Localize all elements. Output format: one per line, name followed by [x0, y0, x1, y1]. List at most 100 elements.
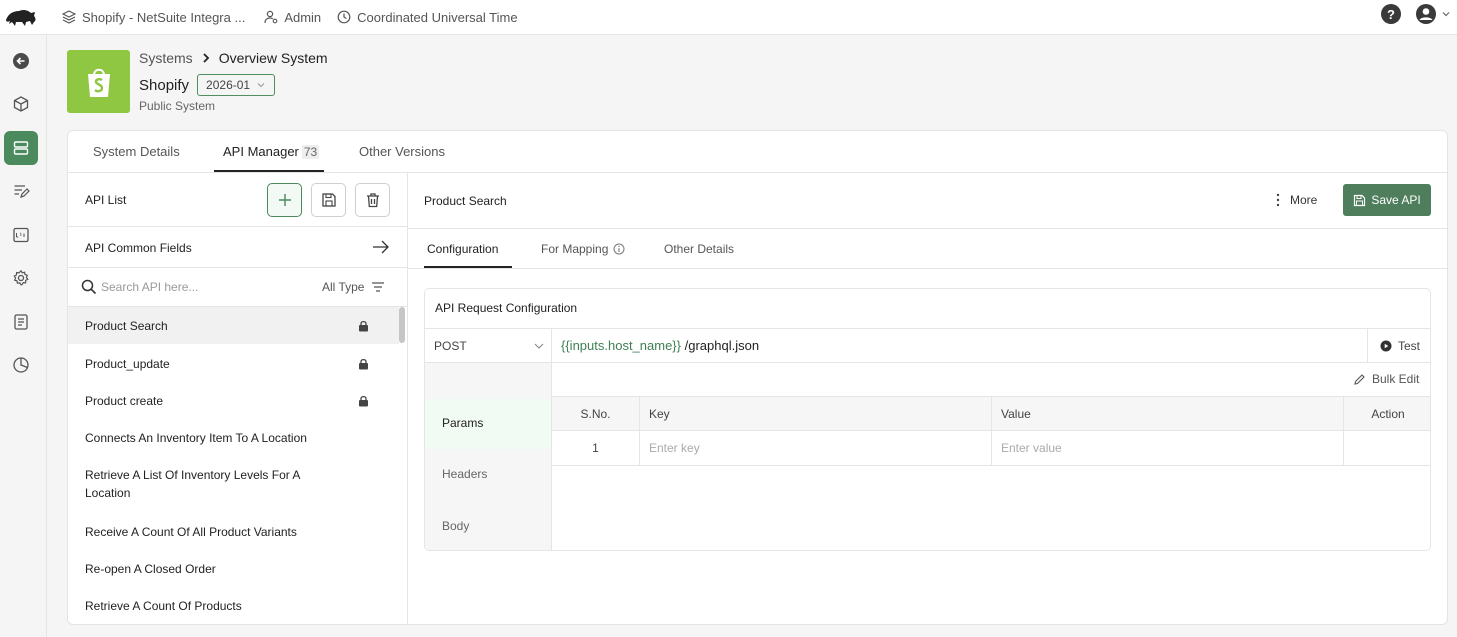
top-bar: Shopify - NetSuite Integra ... Admin Coo…	[0, 0, 1457, 35]
plus-icon	[278, 194, 291, 206]
nav-logs[interactable]	[4, 218, 38, 252]
param-key-input[interactable]	[649, 441, 991, 455]
info-icon	[613, 243, 625, 255]
row-number: 1	[552, 431, 640, 465]
api-list: Product Search Product_update Product cr…	[68, 307, 407, 624]
system-name: Shopify	[139, 76, 190, 94]
role-label: Admin	[284, 9, 322, 25]
subtab-label: Configuration	[427, 242, 499, 256]
subtab-label: Other Details	[664, 242, 735, 256]
active-subtab-indicator	[424, 266, 512, 268]
section-params[interactable]: Params	[442, 416, 483, 430]
tab-other-details[interactable]: Other Details	[664, 242, 734, 256]
timezone-label: Coordinated Universal Time	[357, 9, 518, 25]
nav-analytics[interactable]	[4, 348, 38, 382]
request-config-title: API Request Configuration	[435, 301, 578, 315]
document-icon	[14, 314, 28, 330]
nav-settings[interactable]	[4, 261, 38, 295]
floppy-icon	[321, 193, 336, 207]
tab-system-details[interactable]: System Details	[93, 144, 180, 159]
workspace-name: Shopify - NetSuite Integra ...	[82, 9, 246, 25]
help-icon[interactable]: ?	[1381, 4, 1401, 24]
tab-api-manager[interactable]: API Manager 73	[223, 144, 320, 159]
save-list-button[interactable]	[311, 183, 346, 217]
tab-for-mapping[interactable]: For Mapping	[541, 242, 625, 256]
request-sections: Params Headers Body	[425, 363, 552, 550]
tab-configuration[interactable]: Configuration	[427, 242, 498, 256]
test-button[interactable]: Test	[1367, 329, 1430, 362]
server-icon	[13, 141, 29, 155]
version-select[interactable]: 2026-01	[197, 74, 276, 96]
profile-menu[interactable]	[1415, 3, 1451, 25]
app-logo-icon[interactable]	[4, 6, 38, 28]
request-url-input[interactable]: {{inputs.host_name}} /graphql.json	[561, 338, 759, 353]
api-list-item[interactable]: Product Search	[68, 307, 399, 344]
avatar-icon	[1416, 4, 1436, 24]
bulk-edit-button[interactable]: Bulk Edit	[1353, 372, 1419, 386]
api-detail-header: Product Search More Save API	[408, 173, 1447, 229]
api-count-badge: 73	[301, 145, 320, 159]
url-variable: {{inputs.host_name}}	[561, 338, 681, 353]
api-list-item[interactable]: Connects An Inventory Item To A Location	[68, 420, 399, 457]
section-body[interactable]: Body	[442, 519, 469, 533]
api-list-item[interactable]: Re-open A Closed Order	[68, 552, 399, 589]
method-select[interactable]: POST	[425, 329, 552, 362]
section-headers[interactable]: Headers	[442, 467, 487, 481]
filter-icon	[372, 282, 385, 292]
column-header: S.No.	[552, 397, 640, 431]
key-cell	[640, 431, 992, 465]
column-header: Action	[1371, 407, 1405, 421]
system-title-row: Shopify 2026-01	[139, 74, 276, 96]
breadcrumb-current: Overview System	[218, 50, 328, 66]
nav-packages[interactable]	[4, 87, 38, 121]
api-request-configuration: API Request Configuration POST {{inputs.…	[424, 288, 1431, 551]
nav-documents[interactable]	[4, 305, 38, 339]
lock-icon	[359, 320, 368, 332]
api-list-item[interactable]: Product create	[68, 383, 399, 420]
params-table-header: S.No. Key Value Action	[552, 396, 1430, 431]
api-search-input[interactable]	[101, 278, 281, 296]
param-value-input[interactable]	[1001, 441, 1343, 455]
api-list-item[interactable]: Retrieve A List Of Inventory Levels For …	[68, 458, 399, 514]
role-indicator[interactable]: Admin	[264, 10, 321, 25]
shopify-bag-icon	[87, 68, 110, 97]
api-detail-panel: Product Search More Save API Configurati…	[408, 173, 1447, 624]
active-tab-indicator	[214, 170, 324, 172]
lock-icon	[359, 358, 368, 370]
common-fields-label: API Common Fields	[85, 241, 192, 255]
chevron-down-icon	[257, 83, 265, 88]
system-type: Public System	[139, 99, 216, 113]
breadcrumb: Systems Overview System	[139, 50, 328, 66]
tab-bar: System Details API Manager 73 Other Versi…	[68, 131, 1447, 173]
action-cell	[1344, 431, 1430, 465]
clock-icon	[337, 10, 351, 24]
system-card: System Details API Manager 73 Other Versi…	[67, 130, 1448, 625]
more-menu-button[interactable]: More	[1276, 193, 1317, 207]
api-list-item[interactable]: Receive A Count Of All Product Variants	[68, 514, 399, 551]
api-common-fields-row[interactable]: API Common Fields	[68, 227, 407, 268]
api-item-label: Product create	[85, 394, 164, 408]
nav-back[interactable]	[4, 44, 38, 78]
value-cell	[992, 431, 1344, 465]
cube-icon	[13, 96, 29, 112]
breadcrumb-systems[interactable]: Systems	[139, 50, 193, 66]
workspace-selector[interactable]: Shopify - NetSuite Integra ...	[62, 10, 245, 25]
chevron-right-icon	[203, 53, 209, 63]
nav-flows[interactable]	[4, 174, 38, 208]
api-list-item[interactable]: Retrieve A Count Of Products	[68, 589, 399, 624]
tab-other-versions[interactable]: Other Versions	[359, 144, 445, 159]
api-item-label: Re-open A Closed Order	[85, 562, 216, 576]
request-url-row: POST {{inputs.host_name}} /graphql.json …	[425, 328, 1430, 363]
trash-icon	[366, 193, 379, 208]
gear-icon	[13, 269, 29, 286]
chevron-down-icon	[534, 343, 544, 349]
add-api-button[interactable]	[267, 183, 302, 217]
timezone-indicator[interactable]: Coordinated Universal Time	[337, 9, 518, 25]
table-row: 1	[552, 431, 1430, 466]
save-api-button[interactable]: Save API	[1343, 184, 1431, 216]
nav-systems[interactable]	[4, 131, 38, 165]
api-list-title: API List	[85, 193, 127, 207]
delete-api-button[interactable]	[355, 183, 390, 217]
api-list-item[interactable]: Product_update	[68, 345, 399, 382]
type-filter[interactable]: All Type	[322, 280, 385, 294]
